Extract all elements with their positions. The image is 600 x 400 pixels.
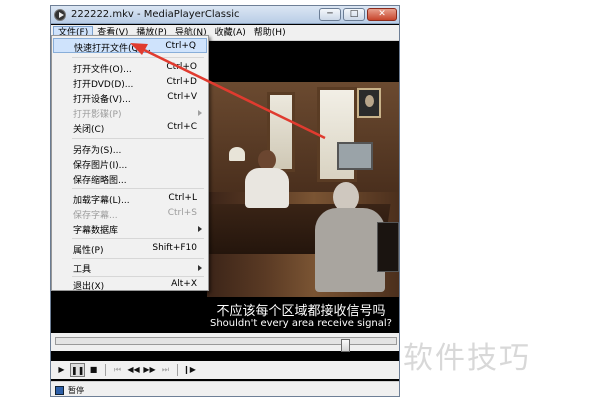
minimize-button[interactable]: ─ <box>319 8 341 21</box>
status-bar: 暂停 <box>51 381 399 396</box>
pause-button[interactable]: ❚❚ <box>70 363 85 377</box>
menu-item-save-image[interactable]: 保存图片(I)... <box>53 156 207 171</box>
seek-thumb[interactable] <box>341 339 350 352</box>
video-scene-person <box>315 182 385 292</box>
menu-item-label: 保存图片(I)... <box>73 161 128 171</box>
controls-separator <box>177 364 178 376</box>
menu-item-shortcut: Alt+X <box>171 279 197 289</box>
menu-item-save-thumbnails[interactable]: 保存缩略图... <box>53 171 207 186</box>
menu-item-label: 保存缩略图... <box>73 176 127 186</box>
playback-controls: ▶ ❚❚ ■ ⏮ ◀◀ ▶▶ ⏭ ❙▶ <box>51 361 399 379</box>
menu-item-load-subtitle[interactable]: 加载字幕(L)... Ctrl+L <box>53 191 207 206</box>
menu-item-shortcut: Ctrl+O <box>166 62 197 72</box>
menu-item-label: 退出(X) <box>73 282 105 292</box>
status-text: 暂停 <box>68 385 84 395</box>
fast-forward-button[interactable]: ▶▶ <box>142 363 157 377</box>
video-scene-monitor <box>337 142 373 170</box>
menu-separator <box>72 238 204 239</box>
menu-item-label: 打开影碟(P) <box>73 110 122 120</box>
frame-step-button[interactable]: ❙▶ <box>182 363 197 377</box>
menu-item-label: 工具 <box>73 265 92 275</box>
watermark-text: 软件技巧 <box>403 341 531 376</box>
menu-item-label: 打开文件(O)... <box>73 65 132 75</box>
previous-button[interactable]: ⏮ <box>110 363 125 377</box>
menu-item-shortcut: Ctrl+V <box>167 92 197 102</box>
menu-item-open-dvd[interactable]: 打开DVD(D)... Ctrl+D <box>53 75 207 90</box>
play-button[interactable]: ▶ <box>54 363 69 377</box>
submenu-arrow-icon <box>198 226 202 232</box>
menu-item-close[interactable]: 关闭(C) Ctrl+C <box>53 120 207 135</box>
menu-favorites[interactable]: 收藏(A) <box>211 26 250 40</box>
rewind-button[interactable]: ◀◀ <box>126 363 141 377</box>
menu-item-label: 快速打开文件(Q)... <box>74 44 151 54</box>
menu-item-open-file[interactable]: 打开文件(O)... Ctrl+O <box>53 60 207 75</box>
menu-item-exit[interactable]: 退出(X) Alt+X <box>53 277 207 292</box>
menu-item-label: 属性(P) <box>73 246 104 256</box>
menu-item-open-device[interactable]: 打开设备(V)... Ctrl+V <box>53 90 207 105</box>
next-button[interactable]: ⏭ <box>158 363 173 377</box>
menu-item-tools[interactable]: 工具 <box>53 260 207 275</box>
subtitle-chinese: 不应该每个区域都接收信号吗 <box>216 304 386 319</box>
menu-item-open-disc[interactable]: 打开影碟(P) <box>53 105 207 120</box>
status-icon <box>55 385 64 395</box>
submenu-arrow-icon <box>198 110 202 116</box>
window-title: 222222.mkv - MediaPlayerClassic <box>71 9 240 20</box>
video-scene-chair <box>377 222 399 272</box>
app-icon <box>54 9 66 21</box>
menu-item-label: 关闭(C) <box>73 125 105 135</box>
menu-item-label: 加载字幕(L)... <box>73 196 130 206</box>
menu-separator <box>72 258 204 259</box>
menu-item-subtitle-database[interactable]: 字幕数据库 <box>53 221 207 236</box>
menu-separator <box>72 188 204 189</box>
menu-item-label: 打开DVD(D)... <box>73 80 134 90</box>
subtitle-english: Shouldn't every area receive signal? <box>210 318 392 329</box>
video-scene-portrait <box>357 88 381 118</box>
controls-separator <box>105 364 106 376</box>
menu-item-shortcut: Shift+F10 <box>152 243 197 253</box>
menu-item-save-as[interactable]: 另存为(S)... <box>53 141 207 156</box>
title-bar[interactable]: 222222.mkv - MediaPlayerClassic ─ □ ✕ <box>51 6 399 24</box>
menu-item-shortcut: Ctrl+Q <box>165 41 196 51</box>
file-menu-dropdown: 快速打开文件(Q)... Ctrl+Q 打开文件(O)... Ctrl+O 打开… <box>51 35 209 292</box>
seek-track[interactable] <box>55 337 397 352</box>
menu-separator <box>72 138 204 139</box>
close-button[interactable]: ✕ <box>367 8 397 21</box>
menu-item-quick-open[interactable]: 快速打开文件(Q)... Ctrl+Q <box>53 38 207 54</box>
menu-item-label: 保存字幕... <box>73 211 118 221</box>
maximize-button[interactable]: □ <box>343 8 365 21</box>
menu-separator <box>72 57 204 58</box>
seek-bar[interactable] <box>51 333 399 352</box>
stop-button[interactable]: ■ <box>86 363 101 377</box>
menu-item-shortcut: Ctrl+L <box>168 193 197 203</box>
menu-item-label: 打开设备(V)... <box>73 95 131 105</box>
menu-item-shortcut: Ctrl+C <box>167 122 197 132</box>
video-scene-person <box>243 150 291 212</box>
menu-item-properties[interactable]: 属性(P) Shift+F10 <box>53 241 207 256</box>
submenu-arrow-icon <box>198 265 202 271</box>
menu-help[interactable]: 帮助(H) <box>250 26 290 40</box>
menu-item-shortcut: Ctrl+S <box>167 208 197 218</box>
menu-item-shortcut: Ctrl+D <box>166 77 198 87</box>
video-frame <box>207 82 399 297</box>
menu-item-label: 字幕数据库 <box>73 226 119 236</box>
menu-item-save-subtitle[interactable]: 保存字幕... Ctrl+S <box>53 206 207 221</box>
menu-item-label: 另存为(S)... <box>73 146 122 156</box>
